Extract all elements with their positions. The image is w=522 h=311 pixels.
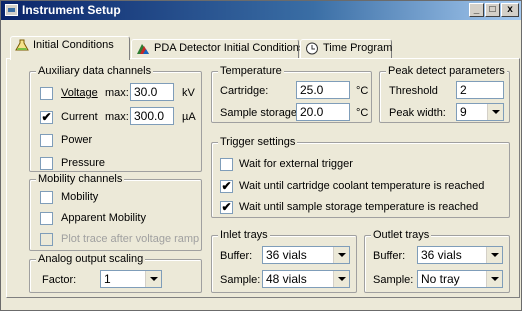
mobility-label: Mobility [61, 191, 99, 203]
voltage-checkbox[interactable] [40, 87, 53, 100]
voltage-unit: kV [182, 87, 195, 99]
factor-value: 1 [104, 272, 111, 286]
inlet-sample-select[interactable]: 48 vials [262, 270, 350, 288]
tab-time-program[interactable]: Time Program [300, 39, 392, 59]
sample-storage-unit: °C [356, 107, 369, 119]
cartridge-unit: °C [356, 85, 369, 97]
threshold-input[interactable]: 2 [456, 81, 504, 99]
mobility-channels-group: Mobility channels Mobility Apparent Mobi… [29, 172, 202, 251]
external-trigger-label: Wait for external trigger [239, 158, 353, 170]
tab-label: Initial Conditions [33, 39, 114, 51]
window-title: Instrument Setup [22, 3, 121, 17]
title-bar[interactable]: Instrument Setup _ □ x [1, 1, 521, 20]
voltage-max-label: max: [105, 87, 129, 99]
outlet-sample-value: No tray [421, 272, 460, 286]
minimize-button[interactable]: _ [469, 3, 484, 17]
maximize-button[interactable]: □ [485, 3, 500, 17]
instrument-setup-window: Instrument Setup _ □ x Initial Condition… [0, 0, 522, 311]
group-title: Outlet trays [371, 228, 432, 242]
peak-width-label: Peak width: [389, 107, 446, 119]
voltage-label: Voltage [61, 87, 98, 99]
plot-trace-label: Plot trace after voltage ramp [61, 233, 200, 245]
inlet-buffer-value: 36 vials [266, 248, 307, 262]
outlet-buffer-select[interactable]: 36 vials [417, 246, 503, 264]
chevron-down-icon[interactable] [145, 271, 161, 287]
external-trigger-checkbox[interactable] [220, 158, 233, 171]
group-title: Temperature [218, 64, 284, 78]
group-title: Analog output scaling [36, 252, 146, 266]
analog-output-scaling-group: Analog output scaling Factor: 1 [29, 252, 202, 293]
current-max-label: max: [105, 111, 129, 123]
sample-storage-temp-checkbox[interactable]: ✔ [220, 201, 233, 214]
power-checkbox[interactable] [40, 134, 53, 147]
tab-bar: Initial Conditions PDA Detector Initial … [1, 36, 521, 60]
group-title: Auxiliary data channels [36, 64, 154, 78]
tab-pda-detector[interactable]: PDA Detector Initial Conditions [131, 39, 304, 59]
current-label: Current [61, 111, 98, 123]
current-unit: µA [182, 111, 196, 123]
trigger-settings-group: Trigger settings Wait for external trigg… [211, 135, 510, 218]
tab-initial-conditions[interactable]: Initial Conditions [10, 36, 130, 60]
outlet-buffer-label: Buffer: [373, 250, 406, 262]
mobility-checkbox[interactable] [40, 191, 53, 204]
inlet-sample-label: Sample: [220, 274, 261, 286]
outlet-buffer-value: 36 vials [421, 248, 462, 262]
cartridge-label: Cartridge: [220, 85, 269, 97]
apparent-mobility-checkbox[interactable] [40, 212, 53, 225]
temperature-group: Temperature Cartridge: 25.0 °C Sample st… [211, 64, 372, 123]
cartridge-coolant-label: Wait until cartridge coolant temperature… [239, 180, 485, 192]
peak-detect-parameters-group: Peak detect parameters Threshold 2 Peak … [379, 64, 510, 123]
chevron-down-icon[interactable] [333, 247, 349, 263]
tab-label: PDA Detector Initial Conditions [154, 42, 305, 54]
inlet-trays-group: Inlet trays Buffer: 36 vials Sample: 48 … [211, 228, 357, 293]
threshold-label: Threshold [389, 85, 438, 97]
group-title: Peak detect parameters [386, 64, 507, 78]
pressure-label: Pressure [61, 157, 106, 169]
power-label: Power [61, 134, 93, 146]
peak-width-select[interactable]: 9 [456, 103, 504, 121]
inlet-sample-value: 48 vials [266, 272, 307, 286]
chevron-down-icon[interactable] [486, 271, 502, 287]
cartridge-temperature-input[interactable]: 25.0 [296, 81, 350, 99]
outlet-trays-group: Outlet trays Buffer: 36 vials Sample: No… [364, 228, 510, 293]
chevron-down-icon[interactable] [487, 104, 503, 120]
chevron-down-icon[interactable] [486, 247, 502, 263]
factor-label: Factor: [42, 274, 77, 286]
inlet-buffer-label: Buffer: [220, 250, 253, 262]
sample-storage-temperature-input[interactable]: 20.0 [296, 103, 350, 121]
group-title: Mobility channels [36, 172, 125, 186]
tab-label: Time Program [323, 42, 393, 54]
spectrum-icon [137, 44, 149, 54]
apparent-mobility-label: Apparent Mobility [61, 212, 146, 224]
group-title: Inlet trays [218, 228, 270, 242]
group-title: Trigger settings [218, 135, 298, 149]
peak-width-value: 9 [460, 105, 467, 119]
cartridge-coolant-checkbox[interactable]: ✔ [220, 180, 233, 193]
sample-storage-label: Sample storage: [220, 107, 301, 119]
voltage-max-input[interactable]: 30.0 [130, 83, 174, 101]
factor-select[interactable]: 1 [100, 270, 162, 288]
close-button[interactable]: x [501, 3, 519, 17]
outlet-sample-select[interactable]: No tray [417, 270, 503, 288]
inlet-buffer-select[interactable]: 36 vials [262, 246, 350, 264]
current-checkbox[interactable]: ✔ [40, 111, 53, 124]
outlet-sample-label: Sample: [373, 274, 414, 286]
clock-icon [306, 42, 318, 55]
sample-storage-temp-label: Wait until sample storage temperature is… [239, 201, 479, 213]
flask-icon [15, 39, 29, 51]
app-icon [5, 4, 18, 16]
current-max-input[interactable]: 300.0 [130, 107, 174, 125]
pressure-checkbox[interactable] [40, 157, 53, 170]
chevron-down-icon[interactable] [333, 271, 349, 287]
auxiliary-data-channels-group: Auxiliary data channels Voltage max: 30.… [29, 64, 202, 172]
initial-conditions-panel: Auxiliary data channels Voltage max: 30.… [6, 58, 520, 298]
plot-trace-checkbox[interactable] [40, 233, 53, 246]
